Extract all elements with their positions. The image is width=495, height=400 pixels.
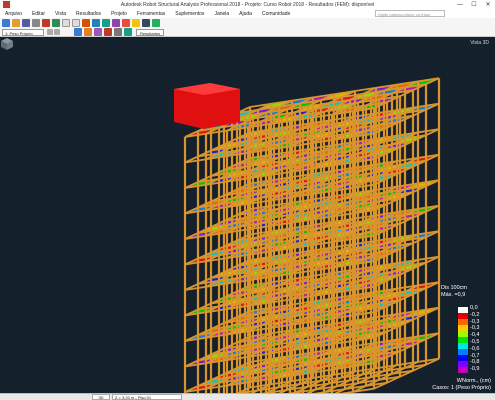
select-icon[interactable] (92, 19, 100, 27)
legend-value: 0,0 (470, 305, 478, 311)
structure-3d-model[interactable] (0, 37, 495, 393)
view-cube-icon[interactable] (0, 37, 14, 51)
zoom-out-icon[interactable] (72, 19, 80, 27)
legend-swatch (458, 319, 468, 326)
menu-vista[interactable]: Vista (50, 11, 71, 17)
load-case-select[interactable]: 1: Peso Próprio (2, 28, 44, 36)
legend-quantity: WNorm., (cm) (456, 378, 491, 384)
maps-icon[interactable] (124, 28, 132, 36)
legend-value: -0,3 (470, 325, 480, 332)
print-icon[interactable] (32, 19, 40, 27)
legend-value: -0,2 (470, 311, 480, 318)
prev-case-icon[interactable] (47, 29, 53, 35)
legend-swatch (458, 331, 468, 338)
status-level[interactable]: Z = 3,20 m - Piso 01 (112, 394, 182, 400)
legend-swatch (458, 343, 468, 350)
window-title: Autodesk Robot Structural Analysis Profe… (120, 1, 375, 8)
legend-value: -0,3 (470, 318, 480, 325)
menu-projeto[interactable]: Projeto (106, 11, 132, 17)
robot-app-icon[interactable] (3, 1, 10, 8)
legend-value: -0,9 (470, 366, 480, 373)
loads-icon[interactable] (132, 19, 140, 27)
nodes-icon[interactable] (84, 28, 92, 36)
legend-swatch (458, 361, 468, 368)
undo-icon[interactable] (42, 19, 50, 27)
layout-select[interactable]: Resultados (136, 28, 165, 36)
minimize-button[interactable]: — (453, 0, 467, 9)
legend-value: -0,6 (470, 345, 480, 352)
zoom-in-icon[interactable] (62, 19, 70, 27)
status-view-mode[interactable]: 3D (92, 394, 110, 400)
results-map-icon[interactable] (112, 19, 120, 27)
3d-viewport[interactable]: Vista 3D Dis 100cm Máx. =0,9 0,0 -0,2 -0,3… (0, 37, 495, 393)
save-icon[interactable] (22, 19, 30, 27)
layout-icon[interactable] (152, 19, 160, 27)
supports-icon[interactable] (104, 28, 112, 36)
search-input[interactable]: Digite palavra-chave ou frase (375, 10, 445, 17)
color-legend-bar (458, 307, 468, 373)
panels-icon[interactable] (114, 28, 122, 36)
legend-max-label: Máx. =0,9 (441, 292, 466, 298)
legend-scale-label: Dis 100cm (441, 285, 467, 291)
menu-comunidade[interactable]: Comunidade (257, 11, 295, 17)
menu-ferramentas[interactable]: Ferramentas (132, 11, 170, 17)
menu-bar: Arquivo Editar Vista Resultados Projeto … (0, 9, 495, 18)
legend-caption: WNorm., (cm) Casos: 1 (Peso Próprio) (432, 378, 491, 392)
window-controls: — ☐ ✕ (453, 0, 495, 9)
legend-value: -0,4 (470, 332, 480, 339)
stop-icon[interactable] (122, 19, 130, 27)
legend-swatch (458, 313, 468, 320)
menu-suplementos[interactable]: Suplementos (170, 11, 209, 17)
legend-swatch (458, 355, 468, 362)
view-3d-icon[interactable] (82, 19, 90, 27)
view-label: Vista 3D (470, 40, 489, 46)
menu-janela[interactable]: Janela (209, 11, 234, 17)
bars-icon[interactable] (94, 28, 102, 36)
secondary-toolbar: 1: Peso Próprio Resultados (0, 28, 495, 37)
maximize-button[interactable]: ☐ (467, 0, 481, 9)
menu-ajuda[interactable]: Ajuda (234, 11, 257, 17)
new-file-icon[interactable] (2, 19, 10, 27)
status-bar: 3D Z = 3,20 m - Piso 01 (0, 393, 495, 400)
legend-swatch (458, 337, 468, 344)
next-case-icon[interactable] (54, 29, 60, 35)
legend-swatch (458, 349, 468, 356)
structure-icon[interactable] (74, 28, 82, 36)
close-button[interactable]: ✕ (481, 0, 495, 9)
legend-load-case: Casos: 1 (Peso Próprio) (432, 385, 491, 391)
legend-value: -0,8 (470, 359, 480, 366)
main-toolbar (0, 18, 495, 28)
legend-swatch (458, 325, 468, 332)
legend-value: -0,5 (470, 339, 480, 345)
menu-arquivo[interactable]: Arquivo (0, 11, 27, 17)
tables-icon[interactable] (142, 19, 150, 27)
menu-resultados[interactable]: Resultados (71, 11, 106, 17)
legend-swatch (458, 367, 468, 373)
legend-value: -0,7 (470, 352, 480, 359)
legend-swatch (458, 307, 468, 314)
calculate-icon[interactable] (102, 19, 110, 27)
menu-editar[interactable]: Editar (27, 11, 50, 17)
legend-title: Dis 100cm Máx. =0,9 (441, 285, 467, 299)
redo-icon[interactable] (52, 19, 60, 27)
open-folder-icon[interactable] (12, 19, 20, 27)
title-bar: Autodesk Robot Structural Analysis Profe… (0, 0, 495, 9)
